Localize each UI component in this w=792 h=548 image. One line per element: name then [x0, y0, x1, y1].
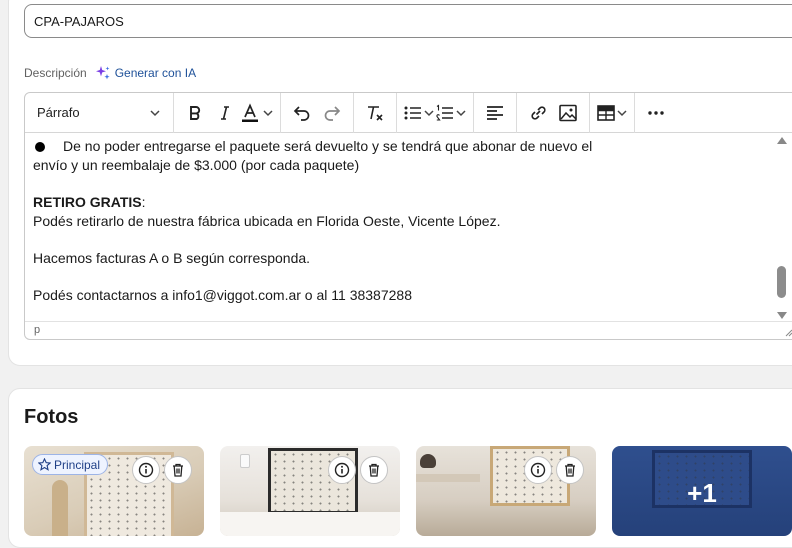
table-icon [597, 104, 615, 121]
toolbar-group-clear [354, 93, 397, 133]
editor-status-bar: p [25, 321, 792, 339]
bullet-list-icon [404, 106, 421, 119]
chevron-down-icon [456, 109, 466, 116]
toolbar-group-insert [517, 93, 590, 133]
list-item: De no poder entregarse el paquete será d… [33, 137, 773, 156]
image-icon [559, 104, 577, 121]
retiro-colon: : [141, 194, 146, 210]
bullet-text-line1: De no poder entregarse el paquete será d… [63, 138, 593, 154]
editor-content[interactable]: De no poder entregarse el paquete será d… [33, 137, 773, 305]
chevron-down-icon [424, 109, 434, 116]
numbered-list-icon [436, 103, 453, 121]
photo-1-info-button[interactable] [132, 456, 160, 484]
info-icon [138, 462, 154, 478]
trash-icon [565, 463, 575, 477]
rich-text-editor[interactable]: Párrafo De no poder entregarse el paquet… [24, 92, 792, 340]
clear-format-button[interactable] [360, 98, 390, 128]
text-color-icon [242, 102, 258, 122]
scroll-down-arrow-icon[interactable] [777, 312, 787, 319]
bold-icon [190, 105, 201, 120]
toolbar-group-lists [397, 93, 474, 133]
block-format-select[interactable]: Párrafo [31, 98, 167, 128]
trash-icon [173, 463, 183, 477]
redo-button[interactable] [317, 98, 347, 128]
trash-icon [369, 463, 379, 477]
bullet-list-button[interactable] [403, 98, 435, 128]
photo-3-delete-button[interactable] [556, 456, 584, 484]
align-button[interactable] [480, 98, 510, 128]
chevron-down-icon [263, 109, 273, 116]
resize-handle-icon[interactable] [783, 327, 792, 337]
redo-icon [324, 105, 341, 121]
retiro-heading-paragraph: RETIRO GRATIS: [33, 193, 773, 212]
bowl [420, 454, 436, 468]
description-header: Descripción Generar con IA [24, 64, 196, 82]
numbered-list-button[interactable] [435, 98, 467, 128]
facturas-text: Hacemos facturas A o B según corresponda… [33, 250, 311, 266]
principal-badge: Principal [32, 454, 109, 475]
photo-2-delete-button[interactable] [360, 456, 388, 484]
editor-scrollbar[interactable] [775, 133, 789, 323]
star-icon [38, 458, 51, 471]
chevron-down-icon [617, 109, 627, 116]
info-icon [334, 462, 350, 478]
text-color-button[interactable] [240, 98, 274, 128]
sofa [220, 512, 400, 536]
editor-toolbar: Párrafo [25, 93, 792, 133]
image-button[interactable] [553, 98, 583, 128]
toolbar-group-align [474, 93, 517, 133]
more-horizontal-icon [648, 110, 664, 115]
photo-3-info-button[interactable] [524, 456, 552, 484]
mantel [416, 474, 480, 482]
scroll-thumb[interactable] [777, 266, 786, 298]
sparkle-icon [95, 66, 110, 80]
more-options-button[interactable] [641, 98, 671, 128]
clear-format-icon [368, 105, 383, 121]
bullet-dot-icon [35, 142, 45, 152]
product-name-input[interactable]: CPA-PAJAROS [24, 4, 792, 38]
toolbar-group-format: Párrafo [25, 93, 174, 133]
generate-ai-label: Generar con IA [114, 66, 197, 80]
bold-button[interactable] [180, 98, 210, 128]
link-button[interactable] [523, 98, 553, 128]
photo-1-delete-button[interactable] [164, 456, 192, 484]
vase [52, 480, 68, 536]
info-icon [530, 462, 546, 478]
undo-icon [293, 105, 310, 121]
more-photos-count[interactable]: +1 [612, 478, 792, 509]
bullet-text-line2: envío y un reembalaje de $3.000 (por cad… [33, 157, 360, 173]
element-path[interactable]: p [34, 324, 40, 336]
toolbar-group-history [281, 93, 354, 133]
table-button[interactable] [596, 98, 628, 128]
scroll-up-arrow-icon[interactable] [777, 137, 787, 144]
toolbar-group-text [174, 93, 281, 133]
wall-lamp [240, 454, 250, 468]
italic-button[interactable] [210, 98, 240, 128]
retiro-heading: RETIRO GRATIS [33, 194, 142, 210]
photo-2-info-button[interactable] [328, 456, 356, 484]
description-label: Descripción [24, 66, 87, 80]
toolbar-group-more [635, 93, 677, 133]
undo-button[interactable] [287, 98, 317, 128]
align-left-icon [487, 105, 503, 120]
generate-ai-button[interactable]: Generar con IA [95, 65, 196, 81]
chevron-down-icon [150, 109, 160, 116]
block-format-label: Párrafo [37, 105, 80, 120]
photos-title: Fotos [24, 406, 79, 428]
contacto-text: Podés contactarnos a info1@viggot.com.ar… [33, 287, 412, 303]
toolbar-group-table [590, 93, 635, 133]
retiro-text: Podés retirarlo de nuestra fábrica ubica… [33, 213, 501, 229]
principal-label: Principal [54, 457, 101, 472]
link-icon [531, 105, 546, 120]
italic-icon [221, 105, 229, 120]
